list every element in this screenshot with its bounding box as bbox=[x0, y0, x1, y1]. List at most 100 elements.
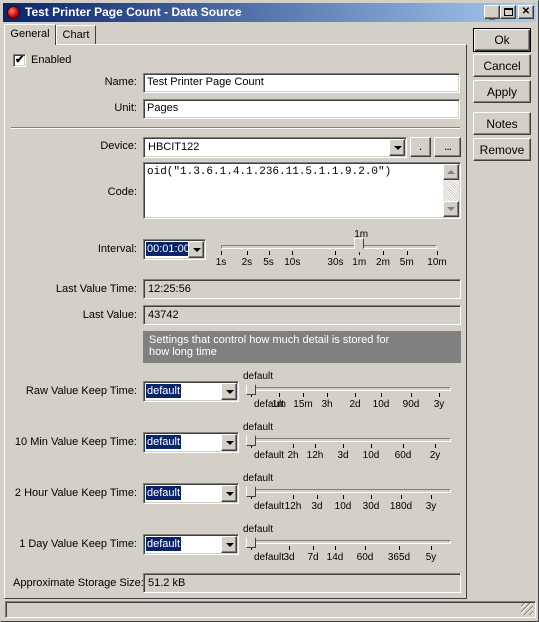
slider-tick bbox=[303, 393, 304, 397]
slider-tick-label: 2d bbox=[349, 399, 361, 410]
slider-tick-label: default bbox=[253, 450, 285, 461]
info-text: Settings that control how much detail is… bbox=[149, 334, 390, 358]
device-browse-button[interactable]: . bbox=[410, 137, 431, 157]
slider-tick-label: 180d bbox=[389, 501, 413, 512]
keep-time-dropdown-button[interactable] bbox=[221, 383, 237, 400]
maximize-button[interactable] bbox=[500, 5, 516, 19]
slider-tick-label: 10d bbox=[362, 450, 380, 461]
slider-thumb[interactable] bbox=[246, 482, 256, 497]
tab-general[interactable]: General bbox=[4, 24, 56, 45]
scroll-down-button[interactable] bbox=[443, 201, 459, 217]
title-bar[interactable]: Test Printer Page Count - Data Source _ … bbox=[3, 3, 536, 22]
scroll-up-button[interactable] bbox=[443, 164, 459, 180]
slider-tick-label: 1m bbox=[272, 399, 286, 410]
window-title: Test Printer Page Count - Data Source bbox=[25, 5, 242, 19]
tab-chart[interactable]: Chart bbox=[56, 25, 96, 45]
last-value-field: 43742 bbox=[143, 305, 461, 325]
ok-button[interactable]: Ok bbox=[473, 28, 531, 52]
slider-tick-label: 3d bbox=[283, 552, 295, 563]
slider-tick-label: 5s bbox=[263, 257, 274, 268]
remove-label: Remove bbox=[479, 143, 525, 157]
unit-input[interactable]: Pages bbox=[143, 99, 460, 119]
apply-label: Apply bbox=[486, 85, 518, 99]
last-value-time-field: 12:25:56 bbox=[143, 279, 461, 299]
device-select[interactable]: HBCIT122 bbox=[143, 137, 407, 158]
slider-tick-label: 10d bbox=[334, 501, 352, 512]
device-more-button[interactable]: ... bbox=[434, 137, 461, 157]
slider-tick bbox=[355, 393, 356, 397]
slider-tick-label: 2h bbox=[287, 450, 299, 461]
apply-button[interactable]: Apply bbox=[473, 80, 531, 103]
slider-current-value: 1m bbox=[354, 229, 369, 240]
keep-time-slider[interactable]: default 12h 3d 10d 30d 180d 3y default bbox=[243, 473, 453, 513]
slider-tick-label: 7d bbox=[307, 552, 319, 563]
slider-tick bbox=[317, 495, 318, 499]
maximize-icon bbox=[503, 8, 513, 16]
interval-value: 00:01:00 bbox=[145, 241, 192, 257]
device-dropdown-button[interactable] bbox=[389, 139, 405, 156]
keep-time-select[interactable]: default bbox=[143, 534, 239, 555]
slider-track[interactable] bbox=[251, 387, 451, 391]
slider-track[interactable] bbox=[251, 438, 451, 442]
slider-tick-label: 60d bbox=[394, 450, 412, 461]
notes-button[interactable]: Notes bbox=[473, 112, 531, 135]
close-button[interactable]: ✕ bbox=[518, 5, 534, 19]
interval-dropdown-button[interactable] bbox=[188, 241, 204, 258]
slider-tick-label: 1s bbox=[215, 257, 227, 268]
slider-tick-label: 3d bbox=[337, 450, 349, 461]
slider-thumb[interactable] bbox=[246, 380, 256, 395]
minimize-button[interactable]: _ bbox=[484, 5, 500, 21]
keep-time-select[interactable]: default bbox=[143, 432, 239, 453]
chevron-down-icon bbox=[193, 248, 201, 252]
slider-tick-label: 14d bbox=[326, 552, 344, 563]
slider-tick-label: 3y bbox=[425, 501, 437, 512]
slider-tick-label: 12h bbox=[284, 501, 302, 512]
interval-select[interactable]: 00:01:00 bbox=[143, 239, 206, 260]
keep-time-slider[interactable]: default 3d 7d 14d 60d 365d 5y default bbox=[243, 524, 453, 564]
app-icon bbox=[7, 6, 20, 19]
remove-button[interactable]: Remove bbox=[473, 138, 531, 161]
code-textarea[interactable]: oid("1.3.6.1.4.1.236.11.5.1.1.9.2.0") bbox=[143, 162, 461, 219]
slider-thumb[interactable] bbox=[246, 533, 256, 548]
keep-time-select[interactable]: default bbox=[143, 381, 239, 402]
general-panel: ✔ Enabled Name: Test Printer Page Count … bbox=[4, 44, 467, 599]
slider-thumb[interactable] bbox=[246, 431, 256, 446]
name-input[interactable]: Test Printer Page Count bbox=[143, 73, 460, 93]
keep-time-slider[interactable]: default 1m 15m 3h 2d 10d 90d 3y default bbox=[243, 371, 453, 411]
chevron-down-icon bbox=[226, 390, 234, 394]
slider-tick bbox=[371, 495, 372, 499]
chevron-down-icon bbox=[394, 146, 402, 150]
slider-tick-label: 10m bbox=[427, 257, 447, 268]
keep-time-dropdown-button[interactable] bbox=[221, 536, 237, 553]
storage-label: Approximate Storage Size: bbox=[13, 577, 144, 589]
resize-grip-icon[interactable] bbox=[521, 603, 533, 615]
last-value-label: Last Value: bbox=[82, 309, 137, 321]
slider-current-value: default bbox=[243, 371, 274, 382]
interval-slider[interactable]: 1s 2s 5s 10s 30s 1m 2m 5m 10m 1m bbox=[215, 229, 455, 269]
tab-general-label: General bbox=[10, 28, 50, 40]
cancel-label: Cancel bbox=[483, 59, 521, 73]
slider-tick-label: 10s bbox=[284, 257, 301, 268]
keep-time-dropdown-button[interactable] bbox=[221, 434, 237, 451]
keep-time-select[interactable]: default bbox=[143, 483, 239, 504]
slider-tick-label: 2s bbox=[241, 257, 253, 268]
keep-time-slider[interactable]: default 2h 12h 3d 10d 60d 2y default bbox=[243, 422, 453, 462]
slider-track[interactable] bbox=[251, 540, 451, 544]
slider-thumb[interactable] bbox=[354, 238, 365, 253]
enabled-checkbox[interactable]: ✔ bbox=[13, 54, 26, 67]
slider-track[interactable] bbox=[251, 489, 451, 493]
slider-tick-label: default bbox=[253, 501, 285, 512]
code-scrollbar[interactable] bbox=[443, 164, 459, 217]
slider-tick bbox=[383, 251, 384, 255]
slider-tick-label: 2y bbox=[429, 450, 441, 461]
slider-tick bbox=[313, 546, 314, 550]
slider-tick-label: 3d bbox=[311, 501, 323, 512]
keep-time-dropdown-button[interactable] bbox=[221, 485, 237, 502]
slider-tick bbox=[406, 251, 408, 255]
slider-tick bbox=[327, 393, 328, 397]
slider-track[interactable] bbox=[221, 245, 437, 249]
slider-tick bbox=[431, 495, 432, 499]
cancel-button[interactable]: Cancel bbox=[473, 54, 531, 77]
slider-tick bbox=[401, 495, 402, 499]
slider-tick-label: 12h bbox=[306, 450, 324, 461]
